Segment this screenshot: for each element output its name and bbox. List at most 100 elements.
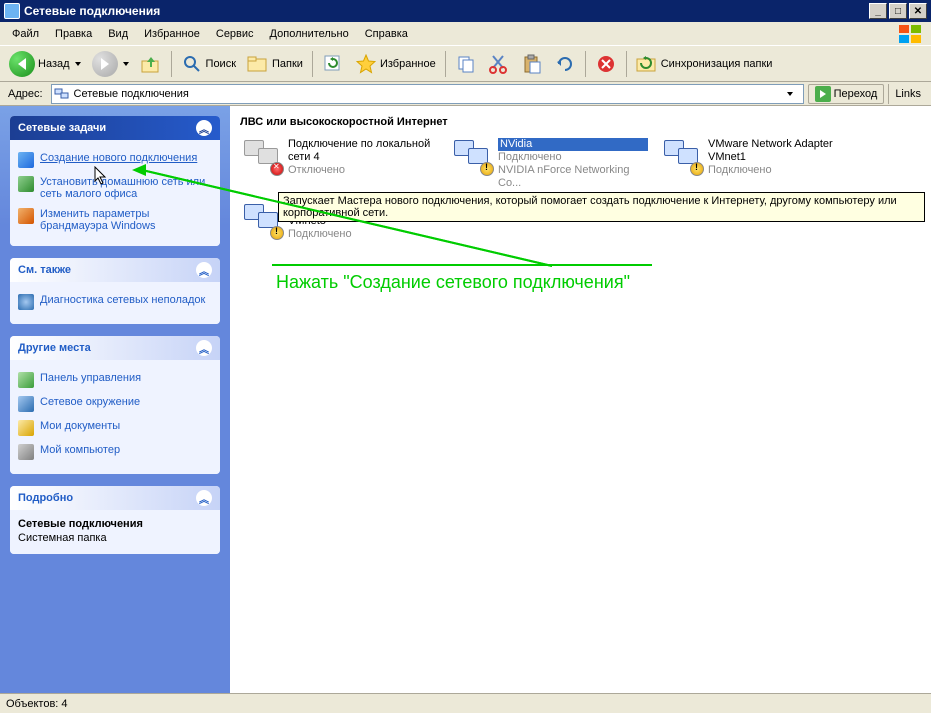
panel-header[interactable]: Подробно ︽ (10, 486, 220, 510)
connection-item[interactable]: NVidiaПодключеноNVIDIA nForce Networking… (450, 136, 650, 192)
back-label: Назад (38, 58, 70, 70)
menu-favorites[interactable]: Избранное (136, 26, 208, 42)
connection-name: VMware Network Adapter VMnet1 (708, 138, 858, 164)
folders-button[interactable]: Папки (242, 49, 308, 79)
copy-button[interactable] (450, 49, 482, 79)
minimize-button[interactable]: _ (869, 3, 887, 19)
chevron-up-icon: ︽ (196, 120, 212, 136)
connection-item[interactable]: Подключение по локальной сети 4Отключено (240, 136, 440, 192)
addressbar: Адрес: Сетевые подключения Переход Links (0, 82, 931, 106)
undo-button[interactable] (549, 49, 581, 79)
star-icon (355, 53, 377, 75)
connection-list: Подключение по локальной сети 4Отключено… (240, 136, 921, 243)
titlebar: Сетевые подключения _ □ ✕ (0, 0, 931, 22)
panel-header[interactable]: См. также ︽ (10, 258, 220, 282)
place-my-documents[interactable]: Мои документы (18, 416, 212, 440)
menu-view[interactable]: Вид (100, 26, 136, 42)
panel-network-tasks: Сетевые задачи ︽ Создание нового подключ… (10, 116, 220, 246)
cut-icon (488, 53, 510, 75)
go-button[interactable]: Переход (808, 84, 885, 104)
panel-title: Другие места (18, 342, 91, 354)
computer-icon (18, 444, 34, 460)
delete-button[interactable] (590, 49, 622, 79)
chevron-up-icon: ︽ (196, 262, 212, 278)
favorites-label: Избранное (380, 58, 436, 70)
address-input[interactable]: Сетевые подключения (51, 84, 804, 104)
main-area: Сетевые задачи ︽ Создание нового подключ… (0, 106, 931, 693)
close-button[interactable]: ✕ (909, 3, 927, 19)
toolbar: Назад Поиск Папки Избранное (0, 46, 931, 82)
maximize-button[interactable]: □ (889, 3, 907, 19)
seealso-diagnostics[interactable]: Диагностика сетевых неполадок (18, 290, 212, 314)
task-firewall[interactable]: Изменить параметры брандмауэра Windows (18, 204, 212, 236)
folder-up-icon (140, 53, 162, 75)
search-icon (181, 53, 203, 75)
connection-labels: NVidiaПодключеноNVIDIA nForce Networking… (498, 138, 648, 190)
annotation-text: Нажать "Создание сетевого подключения" (276, 272, 630, 293)
connection-status: Подключено (498, 151, 648, 164)
task-setup-network[interactable]: Установить домашнюю сеть или сеть малого… (18, 172, 212, 204)
app-icon (4, 3, 20, 19)
menubar: Файл Правка Вид Избранное Сервис Дополни… (0, 22, 931, 46)
back-button[interactable]: Назад (4, 49, 86, 79)
info-icon (18, 294, 34, 310)
folder-icon (18, 420, 34, 436)
address-dropdown[interactable] (785, 92, 801, 96)
connection-status: Подключено (708, 164, 858, 177)
connection-status: Подключено (288, 228, 438, 241)
paste-icon (521, 53, 543, 75)
network-connection-icon (452, 138, 492, 174)
annotation-arrow (132, 164, 146, 176)
place-network-neighborhood[interactable]: Сетевое окружение (18, 392, 212, 416)
menu-tools[interactable]: Сервис (208, 26, 262, 42)
folders-label: Папки (272, 58, 303, 70)
annotation-underline (272, 264, 652, 266)
place-my-computer[interactable]: Мой компьютер (18, 440, 212, 464)
folders-icon (247, 53, 269, 75)
windows-logo-icon (895, 24, 927, 44)
search-button[interactable]: Поиск (176, 49, 241, 79)
place-control-panel[interactable]: Панель управления (18, 368, 212, 392)
chevron-down-icon (123, 62, 129, 66)
up-button[interactable] (135, 49, 167, 79)
network-connections-icon (54, 86, 70, 102)
forward-button[interactable] (87, 49, 134, 79)
refresh-button[interactable] (317, 49, 349, 79)
connection-name: NVidia (498, 138, 648, 151)
task-new-connection[interactable]: Создание нового подключения (18, 148, 212, 172)
connection-item[interactable]: VMware Network Adapter VMnet1Подключено (660, 136, 860, 192)
network-connection-icon (242, 138, 282, 174)
panel-header[interactable]: Другие места ︽ (10, 336, 220, 360)
tooltip: Запускает Мастера нового подключения, ко… (278, 192, 925, 222)
statusbar: Объектов: 4 (0, 693, 931, 713)
paste-button[interactable] (516, 49, 548, 79)
network-setup-icon (18, 176, 34, 192)
address-value: Сетевые подключения (74, 88, 781, 100)
delete-icon (595, 53, 617, 75)
panel-header[interactable]: Сетевые задачи ︽ (10, 116, 220, 140)
go-label: Переход (834, 88, 878, 100)
network-connection-icon (242, 202, 282, 238)
details-name: Сетевые подключения (18, 518, 212, 530)
panel-details: Подробно ︽ Сетевые подключения Системная… (10, 486, 220, 554)
content-area: ЛВС или высокоскоростной Интернет Подклю… (230, 106, 931, 693)
sync-button[interactable]: Синхронизация папки (631, 49, 778, 79)
status-text: Объектов: 4 (6, 698, 68, 710)
links-label[interactable]: Links (888, 84, 927, 104)
go-icon (815, 86, 831, 102)
connection-status: Отключено (288, 164, 438, 177)
firewall-icon (18, 208, 34, 224)
group-header: ЛВС или высокоскоростной Интернет (240, 112, 921, 132)
cut-button[interactable] (483, 49, 515, 79)
address-label: Адрес: (4, 88, 47, 100)
favorites-button[interactable]: Избранное (350, 49, 441, 79)
connection-device: NVIDIA nForce Networking Co... (498, 164, 648, 190)
menu-edit[interactable]: Правка (47, 26, 100, 42)
menu-file[interactable]: Файл (4, 26, 47, 42)
network-places-icon (18, 396, 34, 412)
panel-title: Сетевые задачи (18, 122, 106, 134)
menu-help[interactable]: Справка (357, 26, 416, 42)
network-connection-icon (662, 138, 702, 174)
menu-extra[interactable]: Дополнительно (262, 26, 357, 42)
window-title: Сетевые подключения (24, 4, 867, 18)
